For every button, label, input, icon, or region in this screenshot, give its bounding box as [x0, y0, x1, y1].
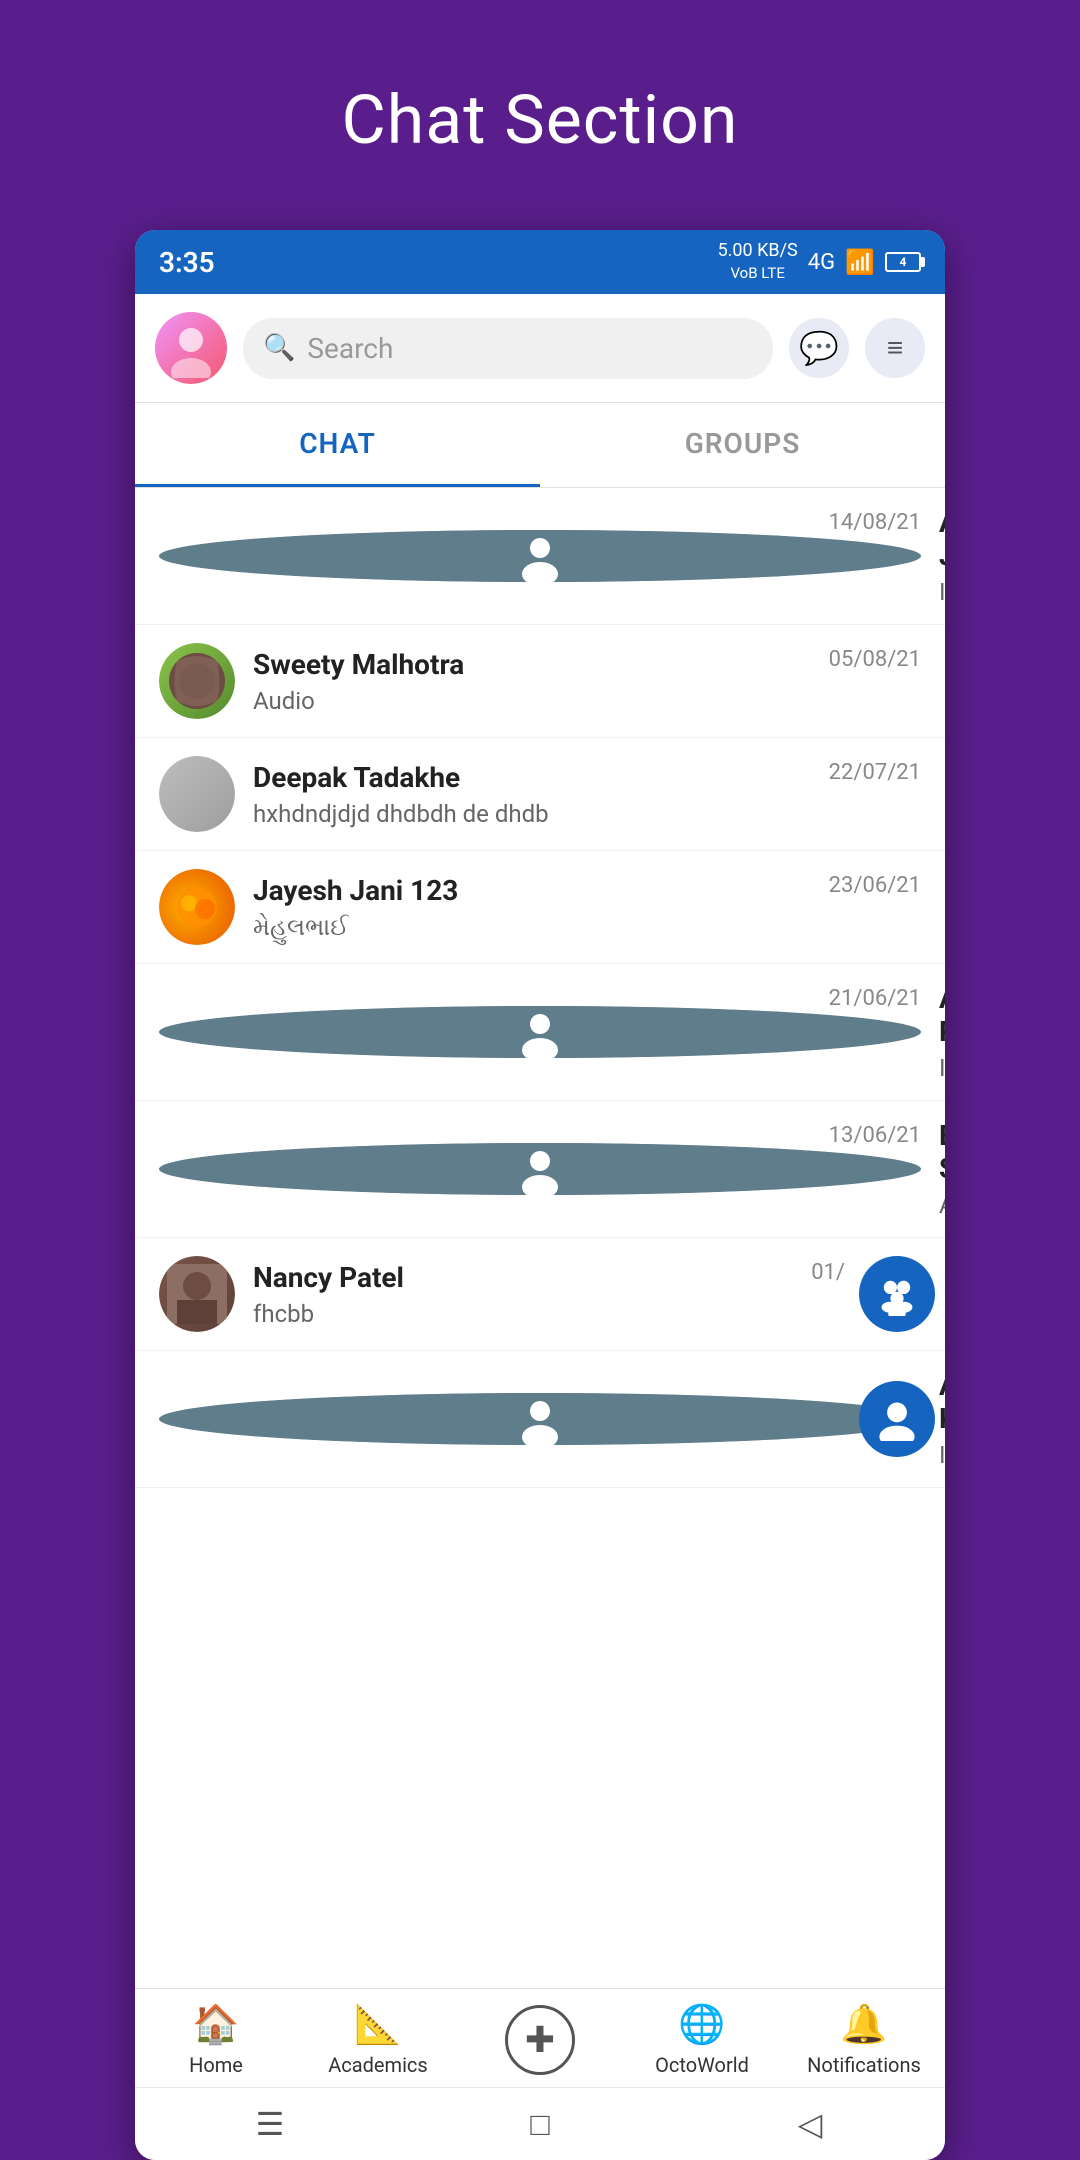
- status-bar: 3:35 5.00 KB/S VoB LTE 4G 📶 4: [135, 230, 945, 294]
- top-header: 🔍 Search 💬 ≡: [135, 294, 945, 403]
- android-menu-button[interactable]: ☰: [240, 2104, 300, 2144]
- avatar: [159, 1143, 921, 1195]
- list-item[interactable]: Sweety Malhotra Audio 05/08/21: [135, 625, 945, 738]
- chat-name: Sweety Malhotra: [253, 648, 921, 681]
- avatar[interactable]: [155, 312, 227, 384]
- signal-4g: 4G: [808, 250, 835, 275]
- battery-icon: 4: [885, 252, 921, 272]
- chat-message: મેહુલભાઈ: [253, 913, 921, 941]
- chat-message: Image: [939, 1441, 945, 1469]
- add-circle-icon: ✚: [505, 2005, 575, 2075]
- page-title: Chat Section: [342, 80, 739, 160]
- nav-academics-label: Academics: [328, 2053, 427, 2077]
- chat-time: 14/08/21: [829, 510, 921, 535]
- list-item[interactable]: Bharat Sinha Audio 13/06/21: [135, 1101, 945, 1238]
- chat-message: fhcbb: [253, 1300, 921, 1328]
- chat-message: Image: [939, 578, 945, 606]
- avatar: [159, 869, 235, 945]
- chat-time: 01/: [811, 1260, 845, 1285]
- avatar-image: [155, 312, 227, 384]
- person-fab-button[interactable]: [859, 1381, 935, 1457]
- nav-home[interactable]: 🏠 Home: [156, 2003, 276, 2077]
- bell-icon: 🔔: [840, 2003, 887, 2047]
- chat-content: Deepak Tadakhe hxhdndjdjd dhdbdh de dhdb: [253, 761, 921, 828]
- chat-list: Ankur Joshi Image 14/08/21 Sweety Malhot…: [135, 488, 945, 1988]
- home-icon: 🏠: [192, 2003, 239, 2047]
- add-icon: ✚: [525, 2019, 555, 2061]
- chat-time: 23/06/21: [829, 873, 921, 898]
- avatar: [159, 643, 235, 719]
- menu-icon: ≡: [887, 334, 903, 362]
- chat-name: Bharat Sinha: [939, 1119, 945, 1185]
- network-speed: 5.00 KB/S VoB LTE: [718, 240, 798, 283]
- avatar: [159, 756, 235, 832]
- chat-message: Image: [939, 1054, 945, 1082]
- chat-bubble-icon: 💬: [799, 329, 839, 367]
- nav-octoworld-label: OctoWorld: [655, 2053, 749, 2077]
- list-item[interactable]: Arjun Kumar Image: [135, 1351, 945, 1488]
- chat-name: Ankit Patel: [939, 982, 945, 1048]
- chat-content: Ankur Joshi Image: [939, 506, 945, 606]
- nav-octoworld[interactable]: 🌐 OctoWorld: [642, 2003, 762, 2077]
- list-item[interactable]: Ankur Joshi Image 14/08/21: [135, 488, 945, 625]
- chat-content: Ankit Patel Image: [939, 982, 945, 1082]
- nav-home-label: Home: [189, 2053, 243, 2077]
- chat-message: Audio: [939, 1191, 945, 1219]
- android-nav: ☰ □ ◁: [135, 2087, 945, 2160]
- phone-frame: 3:35 5.00 KB/S VoB LTE 4G 📶 4 🔍 Search: [135, 230, 945, 2160]
- android-back-button[interactable]: ◁: [780, 2104, 840, 2144]
- chat-time: 05/08/21: [829, 647, 921, 672]
- globe-icon: 🌐: [678, 2003, 725, 2047]
- avatar: [159, 1256, 235, 1332]
- group-fab-button[interactable]: [859, 1256, 935, 1332]
- bottom-nav: 🏠 Home 📐 Academics ✚ 🌐 OctoWorld 🔔 Notif…: [135, 1988, 945, 2087]
- academics-icon: 📐: [354, 2003, 401, 2047]
- android-home-button[interactable]: □: [510, 2104, 570, 2144]
- list-item[interactable]: Ankit Patel Image 21/06/21: [135, 964, 945, 1101]
- tab-chat[interactable]: CHAT: [135, 403, 540, 487]
- avatar: [159, 1393, 921, 1445]
- chat-message: Audio: [253, 687, 921, 715]
- chat-name: Ankur Joshi: [939, 506, 945, 572]
- nav-add[interactable]: ✚: [480, 2005, 600, 2075]
- chat-name: Arjun Kumar: [939, 1369, 945, 1435]
- status-time: 3:35: [159, 246, 215, 279]
- search-bar[interactable]: 🔍 Search: [243, 318, 773, 379]
- tab-groups[interactable]: GROUPS: [540, 403, 945, 487]
- nav-notifications[interactable]: 🔔 Notifications: [804, 2003, 924, 2077]
- search-placeholder: Search: [307, 332, 393, 365]
- list-item[interactable]: Nancy Patel fhcbb 01/: [135, 1238, 945, 1351]
- chat-content: Arjun Kumar Image: [939, 1369, 945, 1469]
- chat-content: Sweety Malhotra Audio: [253, 648, 921, 715]
- list-item[interactable]: Jayesh Jani 123 મેહુલભાઈ 23/06/21: [135, 851, 945, 964]
- search-icon: 🔍: [263, 333, 295, 363]
- tabs: CHAT GROUPS: [135, 403, 945, 488]
- nav-academics[interactable]: 📐 Academics: [318, 2003, 438, 2077]
- chat-time: 22/07/21: [829, 760, 921, 785]
- avatar: [159, 530, 921, 582]
- chat-name: Deepak Tadakhe: [253, 761, 921, 794]
- avatar: [159, 1006, 921, 1058]
- chat-bubble-button[interactable]: 💬: [789, 318, 849, 378]
- nav-notifications-label: Notifications: [807, 2053, 921, 2077]
- chat-time: 21/06/21: [829, 986, 921, 1011]
- chat-name: Jayesh Jani 123: [253, 874, 921, 907]
- list-item[interactable]: Deepak Tadakhe hxhdndjdjd dhdbdh de dhdb…: [135, 738, 945, 851]
- signal-bars-icon: 📶: [845, 248, 875, 276]
- chat-content: Bharat Sinha Audio: [939, 1119, 945, 1219]
- chat-content: Jayesh Jani 123 મેહુલભાઈ: [253, 874, 921, 941]
- menu-button[interactable]: ≡: [865, 318, 925, 378]
- status-icons: 5.00 KB/S VoB LTE 4G 📶 4: [718, 240, 921, 283]
- chat-message: hxhdndjdjd dhdbdh de dhdb: [253, 800, 921, 828]
- chat-time: 13/06/21: [829, 1123, 921, 1148]
